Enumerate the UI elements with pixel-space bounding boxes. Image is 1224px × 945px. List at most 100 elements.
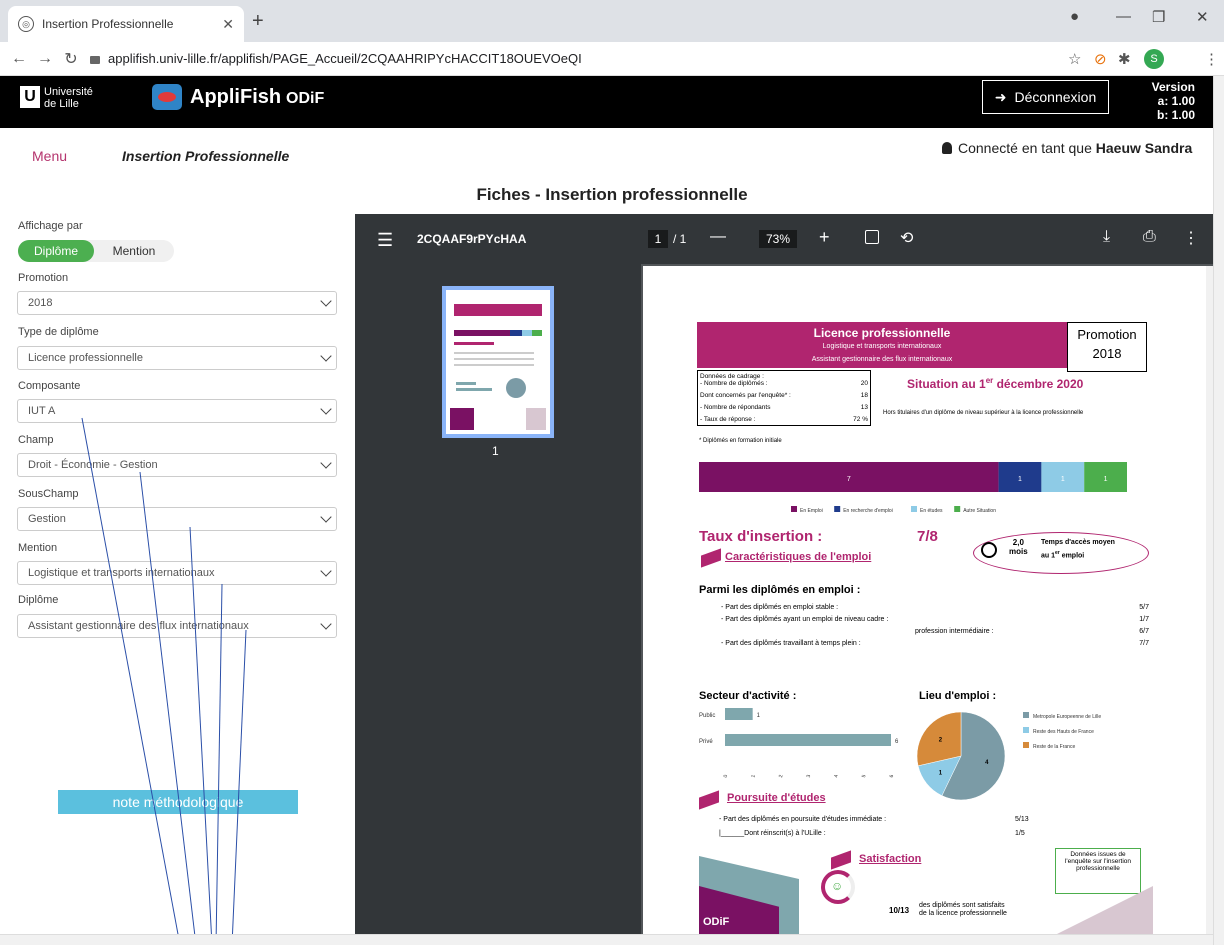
- page-thumbnail[interactable]: [442, 286, 554, 438]
- diplome-label: Diplôme: [18, 594, 59, 606]
- cadrage-row-label: Dont concernés par l'enquête* :: [700, 392, 791, 399]
- univ-line1: Université: [44, 86, 93, 98]
- hamburger-icon[interactable]: ☰: [377, 230, 393, 251]
- cadrage-row-label: - Taux de réponse :: [700, 416, 756, 423]
- diplome-select[interactable]: Assistant gestionnaire des flux internat…: [17, 614, 337, 638]
- new-tab-icon[interactable]: +: [252, 10, 264, 33]
- download-icon[interactable]: ⤓: [1103, 228, 1110, 246]
- thumbnail-number: 1: [492, 444, 499, 458]
- zoom-input[interactable]: 73%: [759, 230, 797, 248]
- section-marker-icon: [699, 790, 719, 810]
- poursuite-row: - Part des diplômés en poursuite d'étude…: [719, 816, 1069, 830]
- note-methodologique-button[interactable]: note méthodologique: [58, 790, 298, 814]
- bar-category-label: Public: [699, 713, 715, 719]
- forward-icon[interactable]: →: [32, 50, 58, 68]
- poursuite-rows: - Part des diplômés en poursuite d'étude…: [719, 816, 1069, 844]
- axis-tick-label: 6: [889, 774, 895, 778]
- axis-tick-label: 4: [833, 774, 839, 778]
- legend-label: En Emploi: [800, 508, 823, 514]
- restore-icon[interactable]: ❐: [1152, 8, 1165, 26]
- chrome-menu-icon[interactable]: ⋮: [1204, 50, 1219, 68]
- zoom-in-icon[interactable]: +: [819, 227, 830, 248]
- menu-link[interactable]: Menu: [32, 148, 67, 164]
- rotate-icon[interactable]: ⟲: [900, 228, 913, 248]
- segment-label: 7: [847, 476, 851, 483]
- tab-close-icon[interactable]: ✕: [222, 16, 234, 33]
- composante-select[interactable]: IUT A: [17, 399, 337, 423]
- emploi-row-value: 7/7: [1139, 640, 1149, 647]
- situation-suffix: décembre 2020: [993, 377, 1084, 391]
- pie-legend-label: Metropole Europeenne de Lille: [1033, 714, 1101, 720]
- champ-select[interactable]: Droit - Économie - Gestion: [17, 453, 337, 477]
- extension-icon[interactable]: ⊘: [1094, 50, 1107, 68]
- app-name: AppliFish: [190, 86, 282, 108]
- pie-legend-swatch: [1023, 712, 1029, 718]
- axis-tick-label: 2: [778, 774, 784, 778]
- composante-value: IUT A: [28, 405, 56, 417]
- app-header: U Université de Lille AppliFish ODiF ➜ D…: [0, 76, 1213, 128]
- type-select[interactable]: Licence professionnelle: [17, 346, 337, 370]
- puzzle-icon[interactable]: ✱: [1118, 50, 1131, 68]
- horizontal-scrollbar[interactable]: [0, 934, 1213, 945]
- legend-label: Autre Situation: [963, 508, 996, 514]
- address-bar-row: ← → ↻ applifish.univ-lille.fr/applifish/…: [0, 42, 1224, 76]
- fit-page-icon[interactable]: [865, 230, 879, 244]
- url-field[interactable]: applifish.univ-lille.fr/applifish/PAGE_A…: [90, 51, 582, 66]
- diplome-value: Assistant gestionnaire des flux internat…: [28, 620, 249, 632]
- emploi-row: - Part des diplômés ayant un emploi de n…: [721, 616, 1149, 628]
- back-icon[interactable]: ←: [6, 50, 32, 68]
- profile-dropdown-icon[interactable]: ●: [1070, 8, 1079, 25]
- promotion-select[interactable]: 2018: [17, 291, 337, 315]
- souschamp-select[interactable]: Gestion: [17, 507, 337, 531]
- version-info: Version a: 1.00 b: 1.00: [1140, 80, 1195, 122]
- emploi-row: profession intermédiaire : 6/7: [721, 628, 1149, 640]
- chevron-down-icon: [320, 618, 332, 630]
- page-number-input[interactable]: 1: [648, 230, 668, 248]
- reload-icon[interactable]: ↻: [58, 49, 84, 69]
- print-icon[interactable]: ⎙: [1143, 228, 1156, 246]
- cadrage-row: - Taux de réponse : 72 %: [700, 416, 868, 428]
- lieu-pie-chart: 412Metropole Europeenne de LilleReste de…: [916, 711, 1101, 800]
- chevron-down-icon: [320, 403, 332, 415]
- pie-legend-swatch: [1023, 727, 1029, 733]
- taux-label: Taux d'insertion :: [699, 528, 823, 545]
- cadrage-row-value: 13: [860, 404, 868, 411]
- secteur-bar: [725, 734, 891, 746]
- acces-number: 2,0: [1012, 538, 1024, 547]
- profile-avatar[interactable]: S: [1144, 49, 1164, 69]
- promotion-value: 2018: [28, 297, 53, 309]
- cadrage-row: - Nombre de diplômés : 20: [700, 380, 868, 392]
- toggle-diplome[interactable]: Diplôme: [18, 240, 94, 262]
- star-icon[interactable]: ☆: [1068, 50, 1081, 68]
- axis-tick-label: 5: [861, 774, 867, 778]
- close-window-icon[interactable]: ✕: [1196, 8, 1209, 26]
- pie-legend-label: Reste de la France: [1033, 744, 1075, 750]
- mention-select[interactable]: Logistique et transports internationaux: [17, 561, 337, 585]
- acces-label1: Temps d'accès moyen: [1041, 539, 1115, 546]
- poursuite-row-label: - Part des diplômés en poursuite d'étude…: [719, 816, 887, 823]
- promotion-box: Promotion 2018: [1067, 322, 1147, 372]
- university-name: Université de Lille: [44, 86, 93, 110]
- toggle-mention[interactable]: Mention: [94, 240, 174, 262]
- taux-value: 7/8: [917, 528, 938, 545]
- pie-legend-label: Reste des Hauts de France: [1033, 729, 1094, 735]
- situation-title: Situation au 1er décembre 2020: [907, 376, 1083, 391]
- logout-button[interactable]: ➜ Déconnexion: [982, 80, 1109, 114]
- page-heading: Fiches - Insertion professionnelle: [476, 185, 748, 204]
- minimize-icon[interactable]: —: [1116, 8, 1131, 25]
- page-title: Insertion Professionnelle: [122, 148, 290, 164]
- axis-tick-label: 3: [806, 774, 812, 778]
- browser-tab[interactable]: ◎ Insertion Professionnelle ✕: [8, 6, 244, 42]
- cadrage-row-value: 20: [860, 380, 868, 387]
- champ-value: Droit - Économie - Gestion: [28, 459, 158, 471]
- more-options-icon[interactable]: ⋮: [1183, 228, 1199, 248]
- pdf-scrollbar[interactable]: [1206, 266, 1213, 934]
- connected-prefix: Connecté en tant que: [958, 140, 1096, 156]
- acces-label: Temps d'accès moyen au 1er emploi: [1041, 538, 1115, 561]
- user-name: Haeuw Sandra: [1095, 140, 1193, 156]
- vertical-scrollbar[interactable]: [1213, 76, 1224, 945]
- axis-tick-label: 0: [723, 774, 729, 778]
- bar-category-label: Privé: [699, 739, 713, 745]
- zoom-out-icon[interactable]: —: [710, 228, 726, 246]
- section-marker-icon: [831, 850, 851, 870]
